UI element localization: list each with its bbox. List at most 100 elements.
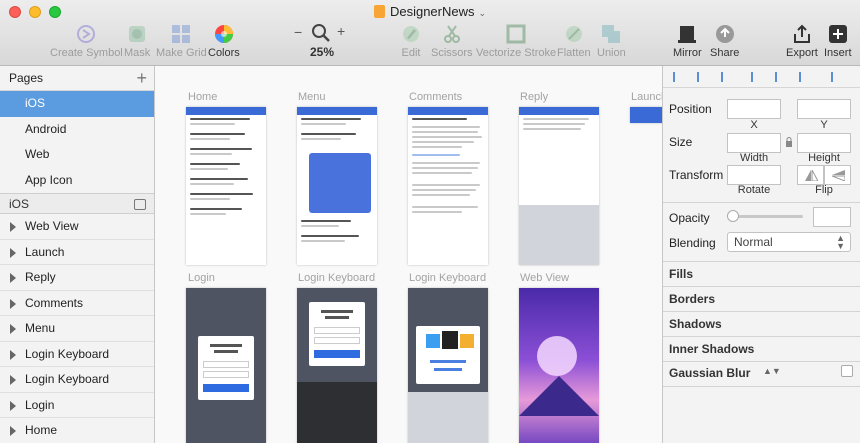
rotate-input[interactable] — [727, 165, 781, 185]
fills-section[interactable]: Fills — [669, 267, 693, 281]
export-button[interactable]: Export — [786, 24, 818, 59]
page-item-android[interactable]: Android — [0, 117, 154, 143]
artboard-home[interactable] — [186, 107, 266, 265]
distribute-icon[interactable] — [831, 72, 843, 82]
flatten-button[interactable]: Flatten — [557, 24, 591, 59]
layer-item[interactable]: Home — [0, 418, 154, 443]
share-label: Share — [710, 47, 740, 59]
zoom-out-button[interactable]: − — [294, 24, 302, 40]
share-button[interactable]: Share — [710, 24, 739, 59]
layer-item[interactable]: Reply — [0, 265, 154, 291]
layer-item[interactable]: Menu — [0, 316, 154, 342]
disclosure-triangle-icon[interactable] — [10, 426, 16, 436]
align-center-icon[interactable] — [697, 72, 709, 82]
flip-horizontal-button[interactable] — [797, 165, 824, 185]
zoom-control: − + 25% — [292, 22, 352, 59]
mask-icon — [129, 26, 146, 42]
make-grid-icon — [172, 25, 191, 43]
sketch-document-icon — [373, 5, 385, 18]
layer-item[interactable]: Web View — [0, 214, 154, 240]
layer-item[interactable]: Login — [0, 393, 154, 418]
layer-item[interactable]: Login Keyboard — [0, 367, 154, 393]
zoom-level[interactable]: 25% — [310, 45, 334, 59]
borders-section[interactable]: Borders — [669, 292, 715, 306]
x-input[interactable] — [727, 99, 781, 119]
width-input[interactable] — [727, 133, 781, 153]
y-input[interactable] — [797, 99, 851, 119]
artboard-label-login-keyboard-2[interactable]: Login Keyboard — [409, 272, 486, 284]
canvas[interactable]: Home Menu Comments Reply Launch — [155, 66, 662, 443]
lock-icon[interactable] — [785, 137, 793, 147]
disclosure-triangle-icon[interactable] — [10, 247, 16, 258]
layer-item[interactable]: Launch — [0, 240, 154, 265]
artboard-label-comments[interactable]: Comments — [409, 91, 462, 103]
mask-button[interactable]: Mask — [124, 24, 150, 59]
collapse-pages-button[interactable] — [134, 199, 146, 210]
blending-select[interactable]: Normal ▲ ▼ — [727, 232, 851, 252]
gaussian-blur-section[interactable]: Gaussian Blur — [669, 366, 750, 380]
flip-vertical-button[interactable] — [824, 165, 851, 185]
share-icon — [715, 25, 734, 43]
artboard-login-keyboard[interactable] — [297, 288, 377, 443]
artboard-label-menu[interactable]: Menu — [298, 91, 326, 103]
page-item-app-icon[interactable]: App Icon — [0, 168, 154, 194]
artboard-launch[interactable] — [630, 107, 662, 123]
mirror-button[interactable]: Mirror — [673, 24, 702, 59]
shadows-section[interactable]: Shadows — [669, 317, 722, 331]
disclosure-triangle-icon[interactable] — [10, 273, 16, 283]
blur-type-arrows-icon[interactable]: ▲▼ — [763, 366, 781, 376]
artboard-web-view[interactable] — [519, 288, 599, 443]
vectorize-stroke-button[interactable]: Vectorize Stroke — [476, 24, 556, 59]
make-grid-button[interactable]: Make Grid — [156, 24, 207, 59]
artboard-login[interactable] — [186, 288, 266, 443]
height-input[interactable] — [797, 133, 851, 153]
disclosure-triangle-icon[interactable] — [10, 400, 16, 411]
align-middle-icon[interactable] — [775, 72, 787, 82]
align-top-icon[interactable] — [751, 72, 763, 82]
artboard-label-launch[interactable]: Launch — [631, 91, 662, 103]
artboard-nav-bar — [408, 107, 488, 115]
artboard-label-web-view[interactable]: Web View — [520, 272, 569, 284]
document-title[interactable]: DesignerNews ⌄ — [0, 4, 860, 19]
scissors-button[interactable]: Scissors — [431, 24, 473, 59]
artboard-reply[interactable] — [519, 107, 599, 265]
align-bottom-icon[interactable] — [799, 72, 811, 82]
edit-button[interactable]: Edit — [401, 24, 421, 59]
insert-icon — [828, 25, 847, 43]
page-item-ios[interactable]: iOS — [0, 91, 154, 117]
layer-label: Launch — [25, 244, 65, 259]
artboard-label-reply[interactable]: Reply — [520, 91, 548, 103]
add-page-button[interactable]: + — [136, 66, 147, 91]
layer-item[interactable]: Login Keyboard — [0, 342, 154, 367]
gaussian-blur-checkbox[interactable] — [841, 365, 853, 377]
artboard-menu[interactable] — [297, 107, 377, 265]
vectorize-stroke-icon — [506, 24, 526, 44]
create-symbol-button[interactable]: Create Symbol — [50, 24, 123, 59]
artboard-label-home[interactable]: Home — [188, 91, 217, 103]
sidebar: Pages + iOS Android Web App Icon iOS Web… — [0, 66, 155, 443]
artboard-comments[interactable] — [408, 107, 488, 265]
insert-button[interactable]: Insert — [824, 24, 852, 59]
artboard-login-keyboard-2[interactable] — [408, 288, 488, 443]
layer-item[interactable]: Comments — [0, 291, 154, 316]
disclosure-triangle-icon[interactable] — [10, 298, 16, 309]
disclosure-triangle-icon[interactable] — [10, 324, 16, 334]
artboard-label-login-keyboard[interactable]: Login Keyboard — [298, 272, 375, 284]
flatten-icon — [565, 26, 582, 42]
divider — [663, 261, 860, 262]
opacity-slider-knob[interactable] — [727, 210, 739, 222]
union-button[interactable]: Union — [597, 24, 626, 59]
layer-label: Menu — [25, 321, 56, 335]
page-item-web[interactable]: Web — [0, 142, 154, 168]
colors-button[interactable]: Colors — [208, 24, 240, 59]
inner-shadows-section[interactable]: Inner Shadows — [669, 342, 754, 356]
opacity-input[interactable] — [813, 207, 851, 227]
zoom-in-button[interactable]: + — [337, 23, 345, 39]
align-right-icon[interactable] — [721, 72, 733, 82]
make-grid-label: Make Grid — [156, 47, 207, 59]
disclosure-triangle-icon[interactable] — [10, 349, 16, 360]
align-left-icon[interactable] — [673, 72, 685, 82]
artboard-label-login[interactable]: Login — [188, 272, 215, 284]
disclosure-triangle-icon[interactable] — [10, 375, 16, 385]
disclosure-triangle-icon[interactable] — [10, 222, 16, 232]
